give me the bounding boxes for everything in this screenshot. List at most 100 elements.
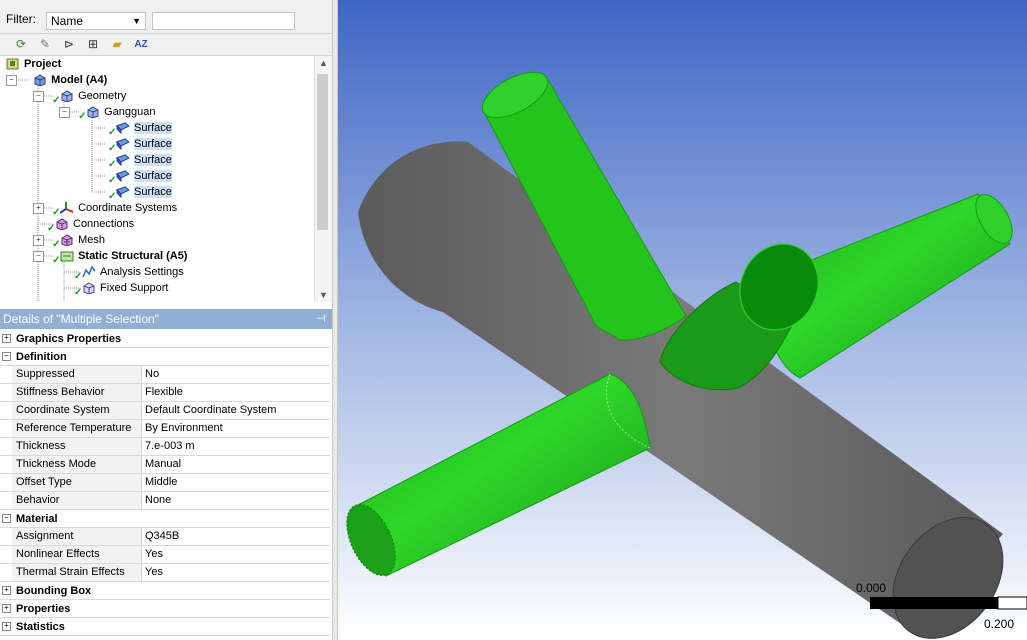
property-row-thickness-mode[interactable]: Thickness Mode Manual <box>0 456 330 474</box>
scale-label-left: 0.000 <box>856 581 886 595</box>
tree-item-mesh[interactable]: + ✓ Mesh <box>33 232 105 250</box>
expand-icon[interactable]: + <box>2 622 11 631</box>
property-value[interactable]: By Environment <box>142 420 330 437</box>
pencil-eraser-icon[interactable]: ✎ <box>36 36 54 53</box>
coordinate-axes-icon: ✓ <box>52 202 74 218</box>
expand-icon[interactable]: + <box>33 202 44 214</box>
property-row-coordinate-system[interactable]: Coordinate System Default Coordinate Syst… <box>0 402 330 420</box>
tree-item-project[interactable]: Project <box>6 56 61 72</box>
property-value[interactable]: Default Coordinate System <box>142 402 330 419</box>
property-name: Assignment <box>12 528 142 545</box>
collapse-icon[interactable]: − <box>59 106 70 118</box>
tree-item-static-structural[interactable]: − ✓ Static Structural (A5) <box>33 248 187 266</box>
tree-item-gangguan[interactable]: − ✓ Gangguan <box>59 104 156 122</box>
tree-item-analysis-settings[interactable]: ✓ Analysis Settings <box>74 264 184 282</box>
collapse-icon[interactable]: − <box>33 90 44 102</box>
tree-item-surface[interactable]: ✓ Surface <box>108 120 172 138</box>
tree-item-geometry[interactable]: − ✓ Geometry <box>33 88 126 106</box>
scale-bar-black <box>870 597 998 609</box>
property-value[interactable]: Yes <box>142 564 330 581</box>
folder-icon[interactable]: ▰ <box>108 36 126 53</box>
tree-item-label: Connections <box>73 218 135 230</box>
category-material[interactable]: − Material <box>0 510 330 528</box>
tree-item-label: Fixed Support <box>100 282 169 294</box>
property-value[interactable]: Manual <box>142 456 330 473</box>
tree-item-connections[interactable]: ✓ Connections <box>47 216 135 234</box>
property-name: Thermal Strain Effects <box>12 564 142 581</box>
tree-item-label: Gangguan <box>104 106 156 118</box>
analysis-settings-icon: ✓ <box>74 265 96 282</box>
part-icon: ✓ <box>78 106 100 122</box>
tree-item-label: Model (A4) <box>51 74 108 86</box>
collapse-icon[interactable]: − <box>6 74 17 86</box>
scrollbar-thumb[interactable] <box>317 74 328 230</box>
property-value[interactable]: 7.e-003 m <box>142 438 330 455</box>
property-value[interactable]: Q345B <box>142 528 330 545</box>
check-icon: ✓ <box>74 287 83 299</box>
property-name: Stiffness Behavior <box>12 384 142 401</box>
model-icon <box>33 74 47 87</box>
property-value[interactable]: Yes <box>142 546 330 563</box>
collapse-icon[interactable]: − <box>33 250 44 262</box>
property-row-nonlinear-effects[interactable]: Nonlinear Effects Yes <box>0 546 330 564</box>
property-value[interactable]: No <box>142 366 330 383</box>
mesh-icon: ✓ <box>52 234 74 250</box>
expand-icon[interactable]: + <box>2 586 11 595</box>
pin-icon[interactable]: ⊣ <box>316 309 326 329</box>
tree-item-surface[interactable]: ✓ Surface <box>108 136 172 154</box>
tree-item-surface[interactable]: ✓ Surface <box>108 152 172 170</box>
property-row-reference-temperature[interactable]: Reference Temperature By Environment <box>0 420 330 438</box>
collapse-icon[interactable]: − <box>2 352 11 361</box>
property-value[interactable]: Middle <box>142 474 330 491</box>
property-name: Nonlinear Effects <box>12 546 142 563</box>
scroll-up-icon[interactable]: ▲ <box>319 58 328 68</box>
graphics-viewport[interactable]: 0.000 0.200 <box>338 0 1027 640</box>
fixed-support-icon: ✓ <box>74 282 96 298</box>
property-row-offset-type[interactable]: Offset Type Middle <box>0 474 330 492</box>
category-definition[interactable]: − Definition <box>0 348 330 366</box>
scroll-down-icon[interactable]: ▼ <box>319 290 328 300</box>
model-render[interactable]: 0.000 0.200 <box>338 0 1027 640</box>
expand-icon[interactable]: + <box>2 334 11 343</box>
details-title-text: Details of "Multiple Selection" <box>3 312 159 326</box>
expand-icon[interactable]: + <box>33 234 44 246</box>
expand-icon[interactable]: ⊳ <box>60 36 78 53</box>
category-bounding-box[interactable]: + Bounding Box <box>0 582 330 600</box>
plus-box-icon[interactable]: ⊞ <box>84 36 102 53</box>
collapse-icon[interactable]: − <box>2 514 11 523</box>
property-value[interactable]: None <box>142 492 330 509</box>
tree-item-label: Mesh <box>78 234 105 246</box>
tree-item-surface[interactable]: ✓ Surface <box>108 168 172 186</box>
tree-item-coordinate-systems[interactable]: + ✓ Coordinate Systems <box>33 200 177 218</box>
property-value[interactable]: Flexible <box>142 384 330 401</box>
property-row-thickness[interactable]: Thickness 7.e-003 m <box>0 438 330 456</box>
category-label: Statistics <box>16 621 65 633</box>
property-row-behavior[interactable]: Behavior None <box>0 492 330 510</box>
tree-item-label: Surface <box>134 138 172 150</box>
property-row-stiffness-behavior[interactable]: Stiffness Behavior Flexible <box>0 384 330 402</box>
details-panel-title: Details of "Multiple Selection" ⊣ <box>0 309 332 329</box>
category-label: Definition <box>16 351 67 363</box>
tree-item-fixed-support[interactable]: ✓ Fixed Support <box>74 280 169 298</box>
category-label: Properties <box>16 603 71 615</box>
category-label: Bounding Box <box>16 585 92 597</box>
check-icon: ✓ <box>78 111 87 123</box>
filter-type-select[interactable]: Name ▼ <box>46 12 146 30</box>
category-statistics[interactable]: + Statistics <box>0 618 330 636</box>
filter-search-input[interactable] <box>152 12 295 30</box>
surface-icon: ✓ <box>108 122 130 138</box>
property-name: Thickness Mode <box>12 456 142 473</box>
tree-item-label: Analysis Settings <box>100 266 184 278</box>
tree-item-label: Surface <box>134 186 172 198</box>
property-row-suppressed[interactable]: Suppressed No <box>0 366 330 384</box>
property-row-thermal-strain-effects[interactable]: Thermal Strain Effects Yes <box>0 564 330 582</box>
expand-icon[interactable]: + <box>2 604 11 613</box>
tree-item-surface[interactable]: ✓ Surface <box>108 184 172 202</box>
category-properties[interactable]: + Properties <box>0 600 330 618</box>
tree-scrollbar[interactable]: ▲ ▼ <box>314 56 331 302</box>
category-graphics-properties[interactable]: + Graphics Properties <box>0 330 330 348</box>
tree-item-model[interactable]: − Model (A4) <box>6 72 107 88</box>
sort-az-icon[interactable]: AZ <box>132 36 150 53</box>
refresh-icon[interactable]: ⟳ <box>12 36 30 53</box>
property-row-assignment[interactable]: Assignment Q345B <box>0 528 330 546</box>
